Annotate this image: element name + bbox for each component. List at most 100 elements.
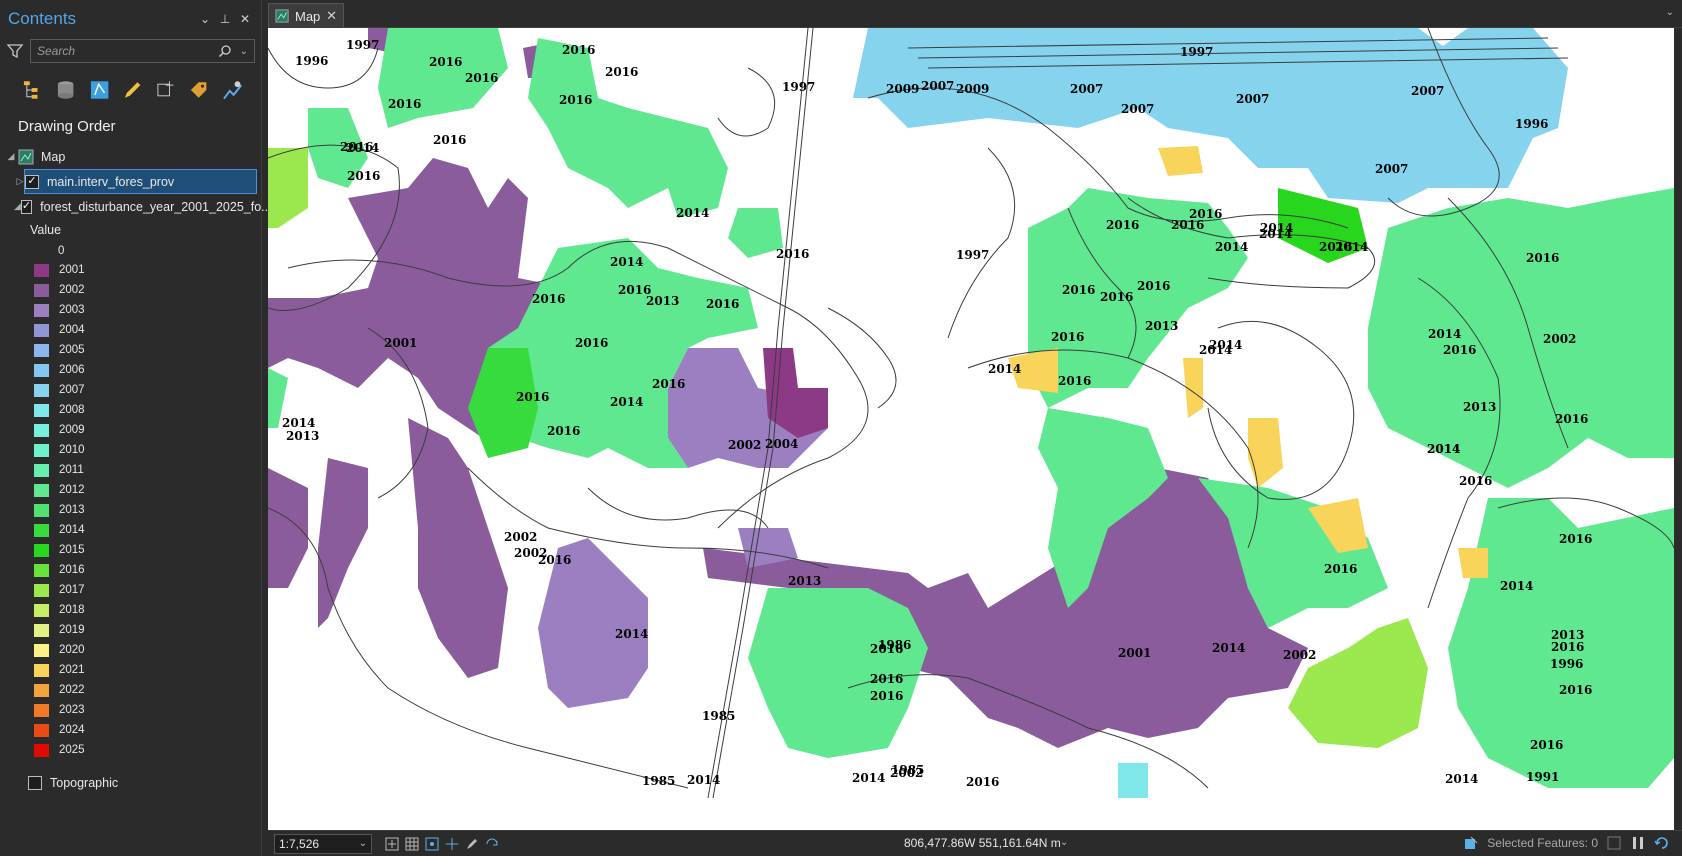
- map-label: 2016: [1106, 218, 1139, 232]
- legend-label: 2006: [59, 364, 85, 376]
- disturbance-patch: [1288, 618, 1428, 748]
- legend-item: 2021: [0, 660, 261, 680]
- legend-swatch: [34, 723, 49, 737]
- list-by-labeling-icon[interactable]: [188, 79, 209, 101]
- scale-value: 1:7,526: [279, 836, 320, 851]
- pin-icon[interactable]: ⊥: [215, 12, 235, 26]
- collapse-triangle-icon[interactable]: ◢: [4, 151, 18, 162]
- legend-swatch: [34, 543, 49, 557]
- map-label: 2016: [1459, 474, 1492, 488]
- list-by-drawing-order-icon[interactable]: [22, 79, 43, 101]
- legend-label: 2022: [59, 684, 85, 696]
- search-options-chevron-icon[interactable]: ⌄: [240, 46, 248, 57]
- map-node[interactable]: ◢ Map: [0, 144, 261, 169]
- tab-overflow-chevron-icon[interactable]: ⌄: [1666, 7, 1674, 18]
- filter-icon[interactable]: [6, 42, 24, 60]
- layer-visibility-checkbox[interactable]: [28, 775, 42, 790]
- search-icon[interactable]: [218, 44, 232, 58]
- legend-swatch: [34, 303, 49, 317]
- refresh-icon[interactable]: [1654, 835, 1670, 851]
- layer-visibility-checkbox[interactable]: ✓: [25, 174, 39, 189]
- map-label: 2004: [765, 437, 798, 451]
- list-by-editing-icon[interactable]: [122, 79, 143, 101]
- legend-value-heading: Value: [30, 223, 62, 237]
- legend-item: 2008: [0, 400, 261, 420]
- chevron-down-icon[interactable]: ⌄: [195, 12, 215, 26]
- list-by-selection-icon[interactable]: [89, 79, 110, 101]
- map-label: 2001: [1118, 646, 1151, 660]
- layer-topographic[interactable]: Topographic: [0, 770, 261, 795]
- pause-drawing-icon[interactable]: [1630, 835, 1646, 851]
- legend-item: 2011: [0, 460, 261, 480]
- legend-item: 2010: [0, 440, 261, 460]
- legend-swatch: [34, 503, 49, 517]
- legend-item: 2020: [0, 640, 261, 660]
- map-label: 2016: [1530, 738, 1563, 752]
- selection-icon[interactable]: [1463, 835, 1479, 851]
- legend-swatch: [34, 603, 49, 617]
- map-label: 2002: [890, 766, 923, 780]
- legend-label: 2008: [59, 404, 85, 416]
- list-by-snapping-icon[interactable]: [155, 79, 176, 101]
- map-label: 2016: [1443, 343, 1476, 357]
- legend-item: 2022: [0, 680, 261, 700]
- disturbance-patch: [268, 148, 308, 228]
- map-label: 1985: [642, 774, 675, 788]
- legend-swatch: [34, 423, 49, 437]
- close-icon[interactable]: ✕: [235, 12, 255, 26]
- legend-swatch: [34, 743, 49, 757]
- constraints-icon[interactable]: [444, 836, 460, 852]
- tab-map[interactable]: Map ✕: [268, 3, 344, 28]
- map-view[interactable]: 1997 1996 2016 2016 2016 2016 2016 2016 2016 2014…: [268, 28, 1674, 830]
- disturbance-patch: [1118, 763, 1148, 798]
- map-label: 2016: [870, 642, 903, 656]
- map-label: 1997: [782, 80, 815, 94]
- editing-icon[interactable]: [464, 836, 480, 852]
- layer-main-interv-fores-prov[interactable]: ▷ ✓ main.interv_fores_prov: [17, 169, 257, 194]
- expand-triangle-icon[interactable]: ▷: [15, 176, 25, 187]
- search-input[interactable]: Search ⌄: [30, 39, 255, 63]
- map-label: 1996: [1515, 117, 1548, 131]
- map-label: 2016: [1189, 207, 1222, 221]
- map-canvas[interactable]: 1997 1996 2016 2016 2016 2016 2016 2016 2016 2014…: [268, 28, 1674, 830]
- chevron-down-icon[interactable]: ⌄: [1060, 837, 1068, 848]
- map-label: 2007: [921, 79, 954, 93]
- legend-item: 2006: [0, 360, 261, 380]
- map-label: 1996: [1550, 657, 1583, 671]
- map-label: 2014: [1215, 240, 1248, 254]
- legend-swatch: [34, 663, 49, 677]
- disturbance-patch: [1308, 118, 1428, 203]
- map-label: 2014: [1212, 641, 1245, 655]
- legend-swatch: [34, 263, 49, 277]
- layer-visibility-checkbox[interactable]: ✓: [20, 199, 33, 214]
- snapping-icon[interactable]: [424, 836, 440, 852]
- close-icon[interactable]: ✕: [326, 8, 337, 24]
- legend-swatch: [34, 563, 49, 577]
- disturbance-patch: [728, 208, 783, 258]
- refresh-options-icon[interactable]: [484, 836, 500, 852]
- disturbance-patch: [1368, 188, 1674, 488]
- grid-icon[interactable]: [404, 836, 420, 852]
- map-label: 1991: [1526, 770, 1559, 784]
- layer-name: main.interv_fores_prov: [47, 174, 175, 189]
- list-by-source-icon[interactable]: [55, 79, 76, 101]
- map-label: 2016: [966, 775, 999, 789]
- fixed-zoom-icon[interactable]: [384, 836, 400, 852]
- legend-label: 2018: [59, 604, 85, 616]
- map-label: 2007: [1236, 92, 1269, 106]
- list-by-perspective-imagery-icon[interactable]: [222, 79, 243, 101]
- map-label: 2016: [870, 672, 903, 686]
- layer-forest-disturbance[interactable]: ◢ ✓ forest_disturbance_year_2001_2025_fo…: [0, 194, 272, 219]
- scale-dropdown[interactable]: 1:7,526 ⌄: [274, 833, 372, 854]
- legend-item: 2007: [0, 380, 261, 400]
- map-label: 2016: [1559, 683, 1592, 697]
- zoom-to-selection-icon[interactable]: [1606, 835, 1622, 851]
- map-label: 2009: [956, 82, 989, 96]
- map-label: 2016: [1555, 412, 1588, 426]
- legend-swatch: [34, 583, 49, 597]
- contents-title: Contents: [8, 9, 77, 28]
- legend-swatch: [34, 643, 49, 657]
- collapse-triangle-icon[interactable]: ◢: [14, 201, 21, 212]
- chevron-down-icon[interactable]: ⌄: [359, 838, 367, 849]
- map-label: 2007: [1070, 82, 1103, 96]
